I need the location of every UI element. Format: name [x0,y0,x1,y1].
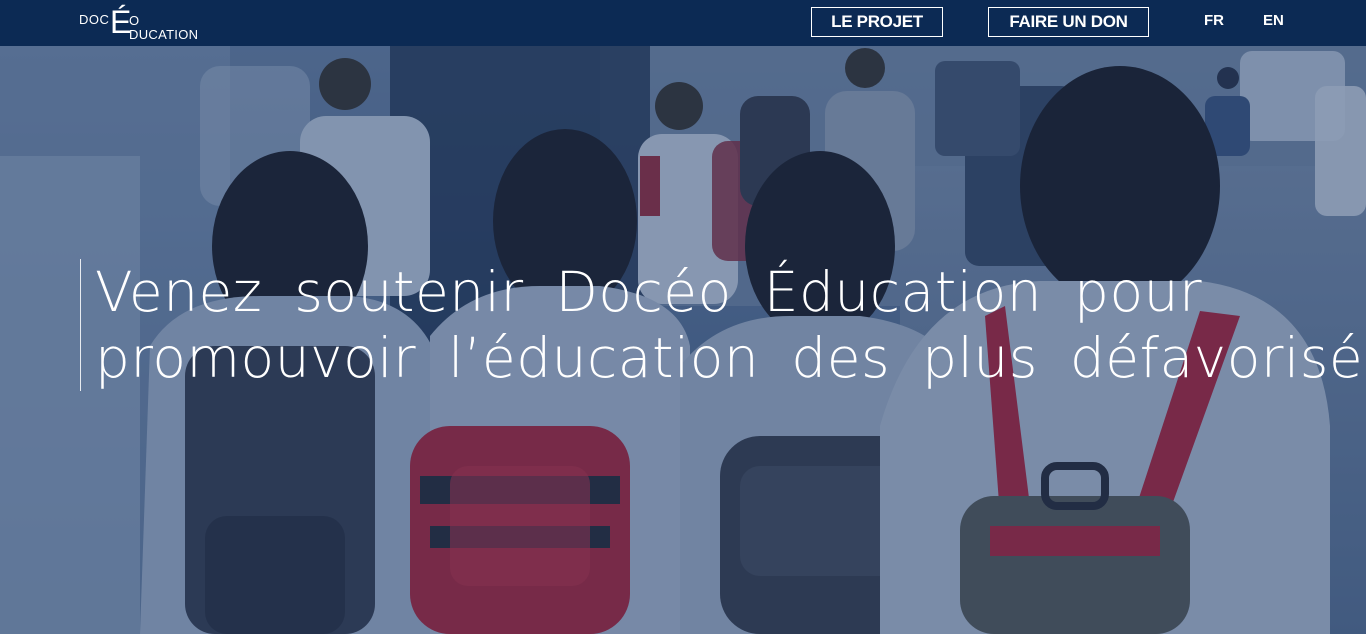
logo-text-ducation: DUCATION [129,27,199,42]
logo-text-o: O [129,13,140,28]
doceo-education-logo[interactable]: DOC É O DUCATION [79,4,209,42]
language-en-link[interactable]: EN [1263,12,1284,29]
hero-headline-line-1: Venez soutenir Docéo Éducation pour [95,260,1203,324]
hero-headline-line-2: promouvoir l’éducation des plus défavori… [95,326,1366,390]
logo-text-doc: DOC [79,12,110,27]
faire-un-don-button[interactable]: FAIRE UN DON [988,7,1149,37]
hero-section: Venez soutenir Docéo Éducation pour prom… [0,46,1366,634]
language-fr-link[interactable]: FR [1204,12,1224,29]
top-navigation-bar: DOC É O DUCATION LE PROJET FAIRE UN DON … [0,0,1366,46]
le-projet-button[interactable]: LE PROJET [811,7,943,37]
hero-headline: Venez soutenir Docéo Éducation pour prom… [80,259,1366,391]
